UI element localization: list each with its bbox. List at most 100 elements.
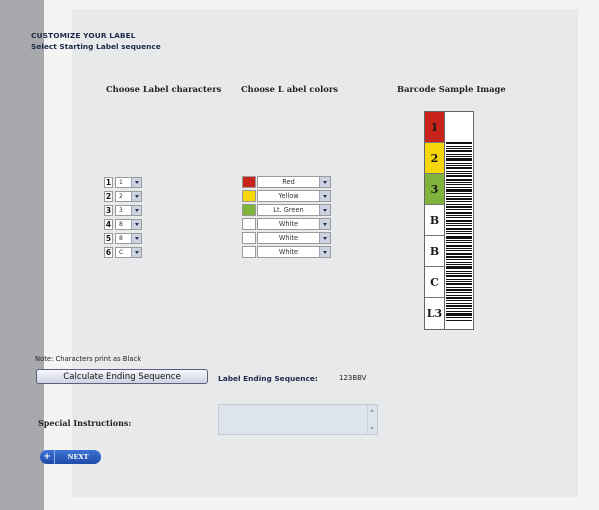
color-select[interactable]: White [257,232,331,244]
chevron-down-icon[interactable] [131,233,141,243]
scroll-down-icon[interactable] [370,427,374,430]
next-button[interactable]: + NEXT [40,450,101,464]
colors-heading: Choose L abel colors [241,84,338,94]
color-select[interactable]: Yellow [257,190,331,202]
character-position: 3 [104,204,113,216]
barcode-bar [446,223,472,224]
barcode-bar [446,156,472,157]
chevron-down-icon[interactable] [131,177,141,187]
barcode-bar [446,240,472,241]
character-select[interactable]: C [115,246,142,258]
barcode-bar [446,187,472,188]
ending-sequence-value: 123BBV [339,374,367,382]
chevron-down-icon[interactable] [131,219,141,229]
calculate-ending-sequence-button[interactable]: Calculate Ending Sequence [36,369,208,384]
chevron-down-icon[interactable] [319,191,330,201]
character-select-value: 8 [119,234,123,242]
chevron-down-icon[interactable] [319,219,330,229]
color-row: White [242,217,331,231]
chevron-down-icon[interactable] [319,205,330,215]
barcode-heading: Barcode Sample Image [397,84,506,94]
barcode-bar [446,171,472,172]
barcode-sample-image: 1 2 3 B B C L3 [424,111,474,330]
barcode-bar [446,217,472,218]
barcode-bar [446,281,472,282]
scrollbar[interactable] [367,405,377,434]
special-instructions-field[interactable] [218,404,378,435]
color-select[interactable]: Red [257,176,331,188]
barcode-bar [446,308,472,309]
color-swatch [242,218,256,230]
barcode-bar [446,264,472,265]
color-row: Lt. Green [242,203,331,217]
character-position: 2 [104,190,113,202]
barcode-bar [446,231,472,232]
barcode-character: 1 [425,112,444,143]
color-row: Red [242,175,331,189]
color-select-value: White [278,220,299,228]
barcode-bar [446,189,472,192]
color-select[interactable]: White [257,218,331,230]
color-select-value: White [278,248,299,256]
barcode-bar [446,201,472,202]
barcode-bar [446,253,472,255]
barcode-bar [446,242,472,243]
character-select-value: 2 [119,192,123,200]
color-swatch [242,176,256,188]
barcode-bar [446,292,472,293]
barcode-bar [446,250,472,251]
barcode-bar [446,158,472,161]
barcode-bar [446,220,472,222]
barcode-character-column: 1 2 3 B B C L3 [425,112,444,329]
character-select[interactable]: 1 [115,176,142,188]
barcode-bar [446,193,472,194]
barcode-bar [446,262,472,263]
barcode-character: 2 [425,143,444,174]
barcode-bar [446,228,472,230]
barcode-bar [446,225,472,226]
chevron-down-icon[interactable] [319,247,330,257]
character-select[interactable]: 2 [115,190,142,202]
barcode-bar [446,297,472,299]
character-select[interactable]: 8 [115,232,142,244]
color-select[interactable]: Lt. Green [257,204,331,216]
barcode-bar [446,256,472,258]
barcode-bar [446,184,472,185]
character-row: 6 C [104,245,142,259]
chevron-down-icon[interactable] [131,247,141,257]
barcode-bar [446,146,472,147]
color-select[interactable]: White [257,246,331,258]
barcode-bar [446,206,472,208]
color-select-value: Lt. Green [273,206,304,214]
character-position: 4 [104,218,113,230]
chevron-down-icon[interactable] [131,191,141,201]
character-select[interactable]: 8 [115,218,142,230]
barcode-bars [444,112,472,329]
character-row: 1 1 [104,175,142,189]
chevron-down-icon[interactable] [131,205,141,215]
barcode-bar [446,179,472,181]
character-select-value: C [119,248,124,256]
barcode-bar [446,303,472,304]
chevron-down-icon[interactable] [319,177,330,187]
color-swatch [242,232,256,244]
barcode-character: 3 [425,174,444,205]
color-swatch [242,204,256,216]
scroll-up-icon[interactable] [370,409,374,412]
character-select-list: 1 1 2 2 3 3 4 8 5 8 6 C [104,175,142,259]
barcode-bar [446,305,472,307]
barcode-bar [446,248,472,249]
character-row: 5 8 [104,231,142,245]
barcode-character: C [425,267,444,298]
barcode-bar [446,212,472,214]
barcode-bar [446,273,472,274]
characters-heading: Choose Label characters [106,84,222,94]
character-row: 4 8 [104,217,142,231]
barcode-bar [446,198,472,200]
barcode-bar [446,300,472,301]
character-select-value: 1 [119,178,123,186]
character-select[interactable]: 3 [115,204,142,216]
barcode-bar [446,279,472,280]
chevron-down-icon[interactable] [319,233,330,243]
color-row: Yellow [242,189,331,203]
